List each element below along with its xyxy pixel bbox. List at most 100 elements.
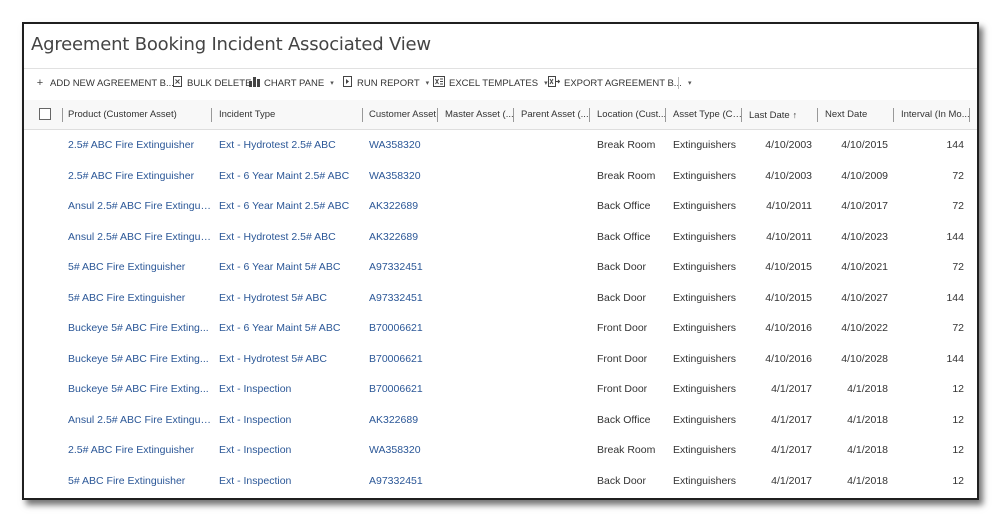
column-separator (817, 108, 818, 122)
product-link[interactable]: Ansul 2.5# ABC Fire Extingui... (68, 191, 211, 222)
next-date-cell: 4/1/2018 (847, 444, 888, 456)
interval-cell: 144 (946, 230, 964, 243)
customer-asset-link[interactable]: A97332451 (369, 466, 437, 497)
customer-asset-link[interactable]: B70006621 (369, 344, 437, 375)
product-link[interactable]: 2.5# ABC Fire Extinguisher (68, 161, 211, 192)
incident-type-link[interactable]: Ext - Hydrotest 5# ABC (219, 283, 359, 314)
incident-type-link[interactable]: Ext - 6 Year Maint 2.5# ABC (219, 191, 359, 222)
incident-type-link[interactable]: Ext - 6 Year Maint 5# ABC (219, 252, 359, 283)
product-link[interactable]: Ansul 2.5# ABC Fire Extingui... (68, 222, 211, 253)
asset-type-cell: Extinguishers (673, 383, 737, 395)
column-header-parent-asset[interactable]: Parent Asset (... (521, 100, 591, 130)
plus-icon: + (36, 77, 44, 89)
report-icon (341, 76, 353, 90)
select-all-checkbox[interactable] (39, 108, 51, 120)
asset-type-cell: Extinguishers (673, 474, 737, 487)
add-new-agreement-booking-button[interactable]: + ADD NEW AGREEMENT B... (34, 74, 174, 92)
product-link[interactable]: 5# ABC Fire Extinguisher (68, 252, 211, 283)
bulk-delete-button[interactable]: BULK DELETE (171, 74, 251, 92)
next-date-cell: 4/10/2009 (841, 169, 888, 182)
customer-asset-link[interactable]: B70006621 (369, 374, 437, 405)
table-row[interactable]: 5# ABC Fire Extinguisher Ext - Hydrotest… (24, 283, 977, 314)
product-link[interactable]: 2.5# ABC Fire Extinguisher (68, 130, 211, 161)
next-date-cell: 4/10/2017 (841, 200, 888, 212)
asset-type-cell: Extinguishers (673, 261, 737, 273)
column-header-customer-asset[interactable]: Customer Asset (369, 100, 439, 130)
view-title[interactable]: Agreement Booking Incident Associated Vi… (31, 34, 431, 55)
chart-pane-dropdown-icon: ▾ (330, 80, 334, 87)
export-excel-icon (548, 76, 561, 90)
customer-asset-link[interactable]: A97332451 (369, 252, 437, 283)
column-separator (437, 108, 438, 122)
table-row[interactable]: Ansul 2.5# ABC Fire Extingui... Ext - In… (24, 405, 977, 436)
run-report-button[interactable]: RUN REPORT ▾ (341, 74, 429, 92)
next-date-cell: 4/1/2018 (847, 413, 888, 426)
excel-templates-button[interactable]: EXCEL TEMPLATES ▾ (433, 74, 548, 92)
asset-type-cell: Extinguishers (673, 169, 737, 182)
column-header-last-date[interactable]: Last Date ↑ (749, 100, 819, 130)
incident-type-link[interactable]: Ext - Inspection (219, 405, 359, 436)
view-title-bar: Agreement Booking Incident Associated Vi… (24, 24, 977, 66)
column-separator (589, 108, 590, 122)
product-link[interactable]: 2.5# ABC Fire Extinguisher (68, 435, 211, 466)
table-row[interactable]: 2.5# ABC Fire Extinguisher Ext - 6 Year … (24, 161, 977, 192)
table-row[interactable]: Ansul 2.5# ABC Fire Extingui... Ext - 6 … (24, 191, 977, 222)
customer-asset-link[interactable]: A97332451 (369, 283, 437, 314)
customer-asset-link[interactable]: WA358320 (369, 435, 437, 466)
last-date-cell: 4/10/2011 (766, 200, 812, 212)
column-separator (513, 108, 514, 122)
customer-asset-link[interactable]: WA358320 (369, 161, 437, 192)
product-link[interactable]: Buckeye 5# ABC Fire Exting... (68, 374, 211, 405)
column-header-interval[interactable]: Interval (In Mo... (901, 100, 971, 130)
product-link[interactable]: Ansul 2.5# ABC Fire Extingui... (68, 405, 211, 436)
product-link[interactable]: 5# ABC Fire Extinguisher (68, 466, 211, 497)
chart-pane-button[interactable]: CHART PANE ▾ (248, 74, 334, 92)
table-row[interactable]: 5# ABC Fire Extinguisher Ext - Inspectio… (24, 466, 977, 497)
grid-header-row: Product (Customer Asset) Incident Type C… (24, 100, 977, 130)
table-row[interactable]: 5# ABC Fire Extinguisher Ext - 6 Year Ma… (24, 252, 977, 283)
column-header-incident-type[interactable]: Incident Type (219, 100, 359, 130)
table-row[interactable]: 2.5# ABC Fire Extinguisher Ext - Hydrote… (24, 130, 977, 161)
incident-type-link[interactable]: Ext - Hydrotest 5# ABC (219, 344, 359, 375)
incident-type-link[interactable]: Ext - Hydrotest 2.5# ABC (219, 130, 359, 161)
interval-cell: 12 (952, 413, 964, 426)
last-date-cell: 4/1/2017 (771, 383, 812, 395)
last-date-cell: 4/10/2003 (765, 169, 812, 182)
product-link[interactable]: Buckeye 5# ABC Fire Exting... (68, 344, 211, 375)
incident-type-link[interactable]: Ext - 6 Year Maint 5# ABC (219, 313, 359, 344)
last-date-cell: 4/10/2016 (765, 352, 812, 365)
table-row[interactable]: Buckeye 5# ABC Fire Exting... Ext - Insp… (24, 374, 977, 405)
export-agreement-booking-button[interactable]: EXPORT AGREEMENT B... (548, 74, 682, 92)
table-row[interactable]: Buckeye 5# ABC Fire Exting... Ext - Hydr… (24, 344, 977, 375)
column-header-product[interactable]: Product (Customer Asset) (68, 100, 213, 130)
table-row[interactable]: Ansul 2.5# ABC Fire Extingui... Ext - Hy… (24, 222, 977, 253)
table-row[interactable]: 2.5# ABC Fire Extinguisher Ext - Inspect… (24, 435, 977, 466)
column-header-asset-type[interactable]: Asset Type (Cu... (673, 100, 743, 130)
incident-type-link[interactable]: Ext - Inspection (219, 374, 359, 405)
incident-type-link[interactable]: Ext - 6 Year Maint 2.5# ABC (219, 161, 359, 192)
incident-type-link[interactable]: Ext - Inspection (219, 466, 359, 497)
incident-type-link[interactable]: Ext - Hydrotest 2.5# ABC (219, 222, 359, 253)
chart-pane-label: CHART PANE (264, 77, 325, 89)
product-link[interactable]: 5# ABC Fire Extinguisher (68, 283, 211, 314)
interval-cell: 72 (952, 169, 964, 182)
location-cell: Front Door (597, 322, 648, 334)
more-commands-button[interactable]: ▾ (682, 74, 692, 92)
location-cell: Back Door (597, 261, 647, 273)
column-header-location[interactable]: Location (Cust... (597, 100, 667, 130)
customer-asset-link[interactable]: AK322689 (369, 191, 437, 222)
customer-asset-link[interactable]: B70006621 (369, 313, 437, 344)
incident-type-link[interactable]: Ext - Inspection (219, 435, 359, 466)
next-date-cell: 4/10/2023 (841, 230, 888, 243)
view-selector-chevron-icon[interactable]: ⌄ (376, 41, 384, 52)
customer-asset-link[interactable]: WA358320 (369, 130, 437, 161)
column-header-next-date[interactable]: Next Date (825, 100, 895, 130)
customer-asset-link[interactable]: AK322689 (369, 405, 437, 436)
customer-asset-link[interactable]: AK322689 (369, 222, 437, 253)
product-link[interactable]: Buckeye 5# ABC Fire Exting... (68, 313, 211, 344)
location-cell: Front Door (597, 383, 648, 395)
bar-chart-icon (248, 76, 260, 90)
next-date-cell: 4/10/2015 (841, 139, 888, 151)
table-row[interactable]: Buckeye 5# ABC Fire Exting... Ext - 6 Ye… (24, 313, 977, 344)
column-header-master-asset[interactable]: Master Asset (... (445, 100, 515, 130)
